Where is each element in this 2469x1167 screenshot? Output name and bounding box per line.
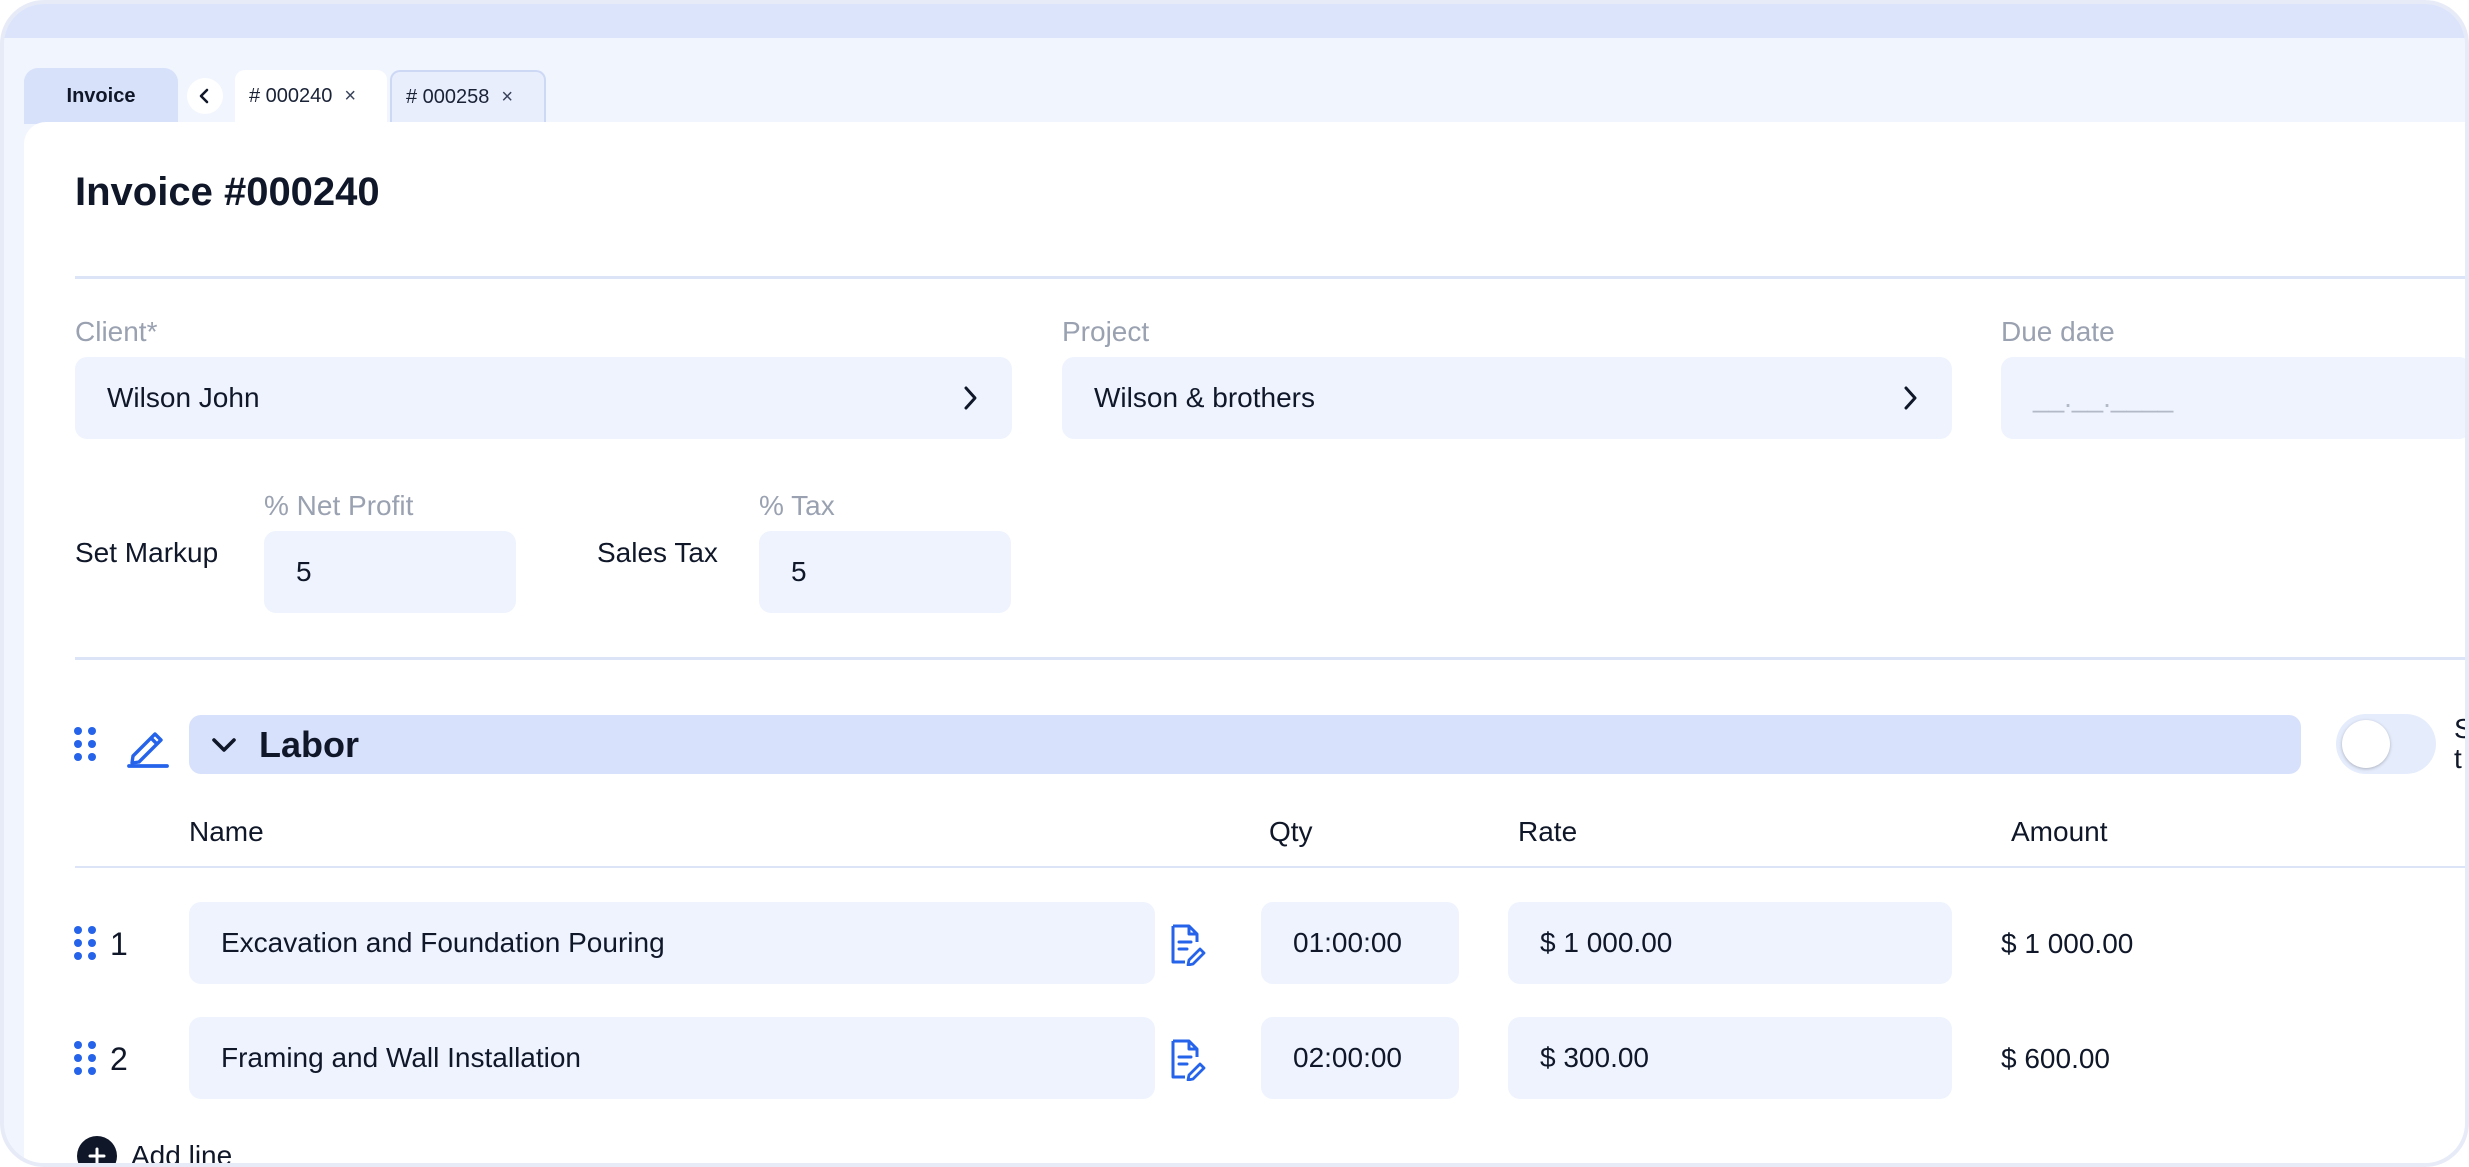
qty-value: 02:00:00 [1293, 1042, 1402, 1073]
line-item-name-input[interactable]: Framing and Wall Installation [189, 1017, 1155, 1099]
net-profit-value: 5 [296, 556, 312, 587]
tab-document-label: # 000240 [249, 84, 333, 107]
column-header-amount: Amount [2011, 816, 2108, 847]
qty-value: 01:00:00 [1293, 927, 1402, 958]
table-header-divider [75, 866, 2465, 868]
tax-input[interactable]: 5 [759, 531, 1011, 613]
line-item-name: Excavation and Foundation Pouring [221, 927, 665, 958]
toggle-label: S t [2454, 714, 2465, 774]
toggle-knob [2342, 720, 2390, 768]
line-item-name-input[interactable]: Excavation and Foundation Pouring [189, 902, 1155, 984]
tab-invoice[interactable]: Invoice [24, 68, 178, 124]
tab-document-000258[interactable]: # 000258 × [390, 70, 546, 122]
pencil-icon[interactable] [123, 722, 171, 770]
chevron-right-icon [1900, 384, 1920, 412]
qty-input[interactable]: 01:00:00 [1261, 902, 1459, 984]
sales-tax-label: Sales Tax [597, 537, 718, 568]
column-header-qty: Qty [1269, 816, 1313, 847]
tax-label: % Tax [759, 490, 835, 521]
add-line-button[interactable]: Add line [77, 1136, 233, 1167]
row-number: 1 [110, 926, 128, 962]
due-date-label: Due date [2001, 316, 2115, 347]
rate-value: $ 300.00 [1540, 1042, 1649, 1073]
client-value: Wilson John [107, 382, 260, 413]
close-icon[interactable]: × [344, 85, 356, 108]
line-amount: $ 1 000.00 [2001, 928, 2134, 959]
form-divider [75, 657, 2465, 660]
line-item-name: Framing and Wall Installation [221, 1042, 582, 1073]
client-select[interactable]: Wilson John [75, 357, 1012, 439]
rate-input[interactable]: $ 1 000.00 [1508, 902, 1952, 984]
net-profit-input[interactable]: 5 [264, 531, 516, 613]
document-edit-icon[interactable] [1167, 1037, 1207, 1081]
due-date-input[interactable]: __.__.____ [2001, 357, 2465, 439]
due-date-placeholder: __.__.____ [2033, 382, 2174, 413]
section-title: Labor [259, 723, 360, 765]
tax-value: 5 [791, 556, 807, 587]
line-amount: $ 600.00 [2001, 1043, 2110, 1074]
toggle-label-line2: t [2454, 743, 2462, 774]
qty-input[interactable]: 02:00:00 [1261, 1017, 1459, 1099]
app-window: Invoice # 000240 × # 000258 × Invoice #0… [0, 0, 2469, 1167]
tab-document-label: # 000258 [406, 85, 490, 108]
tab-document-000240[interactable]: # 000240 × [235, 70, 387, 122]
chevron-left-icon [199, 88, 209, 104]
header-divider [75, 276, 2465, 279]
toggle-label-line1: S [2454, 714, 2465, 744]
section-toggle[interactable] [2336, 714, 2436, 774]
drag-handle-icon[interactable] [74, 1041, 96, 1077]
section-header-labor[interactable]: Labor [189, 715, 2301, 774]
document-edit-icon[interactable] [1167, 922, 1207, 966]
project-select[interactable]: Wilson & brothers [1062, 357, 1952, 439]
drag-handle-icon[interactable] [74, 727, 96, 763]
plus-circle-icon [77, 1136, 117, 1163]
tab-invoice-label: Invoice [66, 84, 136, 107]
project-label: Project [1062, 316, 1150, 347]
chevron-right-icon [960, 384, 980, 412]
row-number: 2 [110, 1041, 128, 1077]
add-line-label: Add line [131, 1140, 233, 1167]
rate-input[interactable]: $ 300.00 [1508, 1017, 1952, 1099]
column-header-name: Name [189, 816, 264, 847]
project-value: Wilson & brothers [1094, 382, 1315, 413]
drag-handle-icon[interactable] [74, 926, 96, 962]
client-label: Client* [75, 316, 158, 347]
column-header-rate: Rate [1518, 816, 1578, 847]
net-profit-label: % Net Profit [264, 490, 414, 521]
set-markup-label: Set Markup [75, 537, 219, 568]
rate-value: $ 1 000.00 [1540, 927, 1673, 958]
chevron-down-icon[interactable] [209, 735, 239, 755]
page-title: Invoice #000240 [75, 170, 380, 214]
close-icon[interactable]: × [501, 86, 513, 109]
top-bar [4, 4, 2465, 38]
back-button[interactable] [187, 78, 223, 114]
